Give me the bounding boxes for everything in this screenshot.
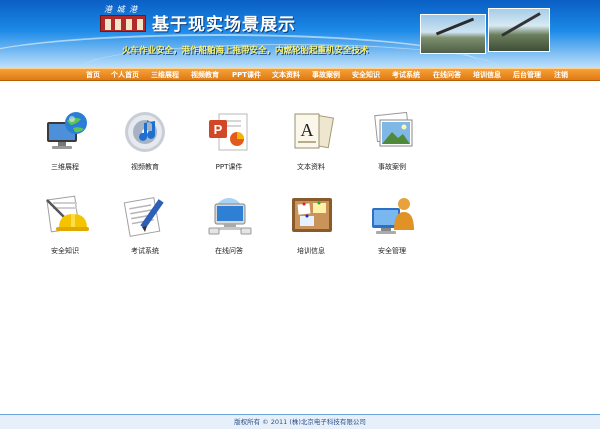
nav-item-ppt[interactable]: PPT课件 [232,70,261,80]
tile-label: 安全管理 [378,247,406,255]
nav-item-training[interactable]: 培训信息 [473,70,501,80]
logo-bridge-icon [100,15,146,32]
photo-stack-icon [374,111,413,147]
nav-item-qa[interactable]: 在线问答 [433,70,461,80]
tile-safety-knowledge[interactable]: 安全知识 [25,194,105,264]
nav-item-3d[interactable]: 三维展程 [151,70,179,80]
banner-photo-crane [420,14,486,54]
user-monitor-icon [372,198,414,234]
music-disc-icon [125,112,165,152]
nav-item-admin[interactable]: 后台管理 [513,70,541,80]
font-book-icon: A [294,113,335,149]
nav-item-personal-home[interactable]: 个人首页 [111,70,139,80]
network-monitor-icon [208,198,252,235]
hardhat-documents-icon [46,195,89,233]
nav-item-accident[interactable]: 事故案例 [312,70,340,80]
nav-item-text[interactable]: 文本资料 [272,70,300,80]
tile-label: 文本资料 [297,163,325,171]
tile-online-qa[interactable]: 在线问答 [189,194,269,264]
header-banner: 港 城 港 基于现实场景展示 火车作业安全，港作船舶海上拖带安全，内燃轮胎起重机… [0,0,600,68]
tile-label: 三维展程 [51,163,79,171]
nav-item-home[interactable]: 首页 [86,70,100,80]
tile-exam-system[interactable]: 考试系统 [105,194,185,264]
page-subtitle: 火车作业安全，港作船舶海上拖带安全，内燃轮胎起重机安全技术 [122,46,369,56]
tile-video[interactable]: 视频教育 [105,110,185,180]
tile-text-materials[interactable]: A 文本资料 [271,110,351,180]
corkboard-icon [292,198,332,232]
footer-copyright: 版权所有 © 2011 (株)北京电子科技有限公司 [0,415,600,429]
svg-text:P: P [214,122,223,137]
page-title: 基于现实场景展示 [152,15,296,35]
svg-text:A: A [301,120,314,140]
main-nav: 首页 个人首页 三维展程 视频教育 PPT课件 文本资料 事故案例 安全知识 考… [0,68,600,81]
nav-item-safety[interactable]: 安全知识 [352,70,380,80]
tile-label: 事故案例 [378,163,406,171]
tile-training-info[interactable]: 培训信息 [271,194,351,264]
powerpoint-document-icon: P [209,113,248,151]
tile-label: 考试系统 [131,247,159,255]
logo-text: 港 城 港 [104,5,139,14]
nav-item-exam[interactable]: 考试系统 [392,70,420,80]
computer-globe-icon [47,112,87,149]
tile-safety-management[interactable]: 安全管理 [352,194,432,264]
paper-pencil-icon [123,197,164,237]
nav-item-video[interactable]: 视频教育 [191,70,219,80]
tile-label: 安全知识 [51,247,79,255]
tile-label: 培训信息 [297,247,325,255]
nav-item-logout[interactable]: 注销 [554,70,568,80]
tile-label: 在线问答 [215,247,243,255]
tile-ppt[interactable]: P PPT课件 [189,110,269,180]
logo: 港 城 港 [100,4,148,34]
tile-3d-tour[interactable]: 三维展程 [25,110,105,180]
tile-label: PPT课件 [215,163,243,171]
banner-photo-crane [488,8,550,52]
tile-label: 视频教育 [131,163,159,171]
tile-accident-cases[interactable]: 事故案例 [352,110,432,180]
